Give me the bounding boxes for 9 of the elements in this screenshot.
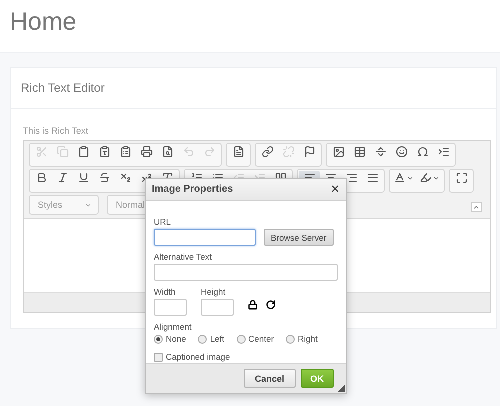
alignment-label: Alignment [154, 322, 193, 332]
width-label: Width [154, 287, 177, 297]
height-label: Height [201, 287, 227, 297]
page-title: Home [10, 8, 77, 37]
field-label: This is Rich Text [23, 126, 90, 137]
card-title: Rich Text Editor [21, 81, 105, 95]
url-label: URL [154, 217, 172, 227]
dialog-title: Image Properties [152, 184, 234, 195]
alt-text-label: Alternative Text [154, 252, 213, 262]
